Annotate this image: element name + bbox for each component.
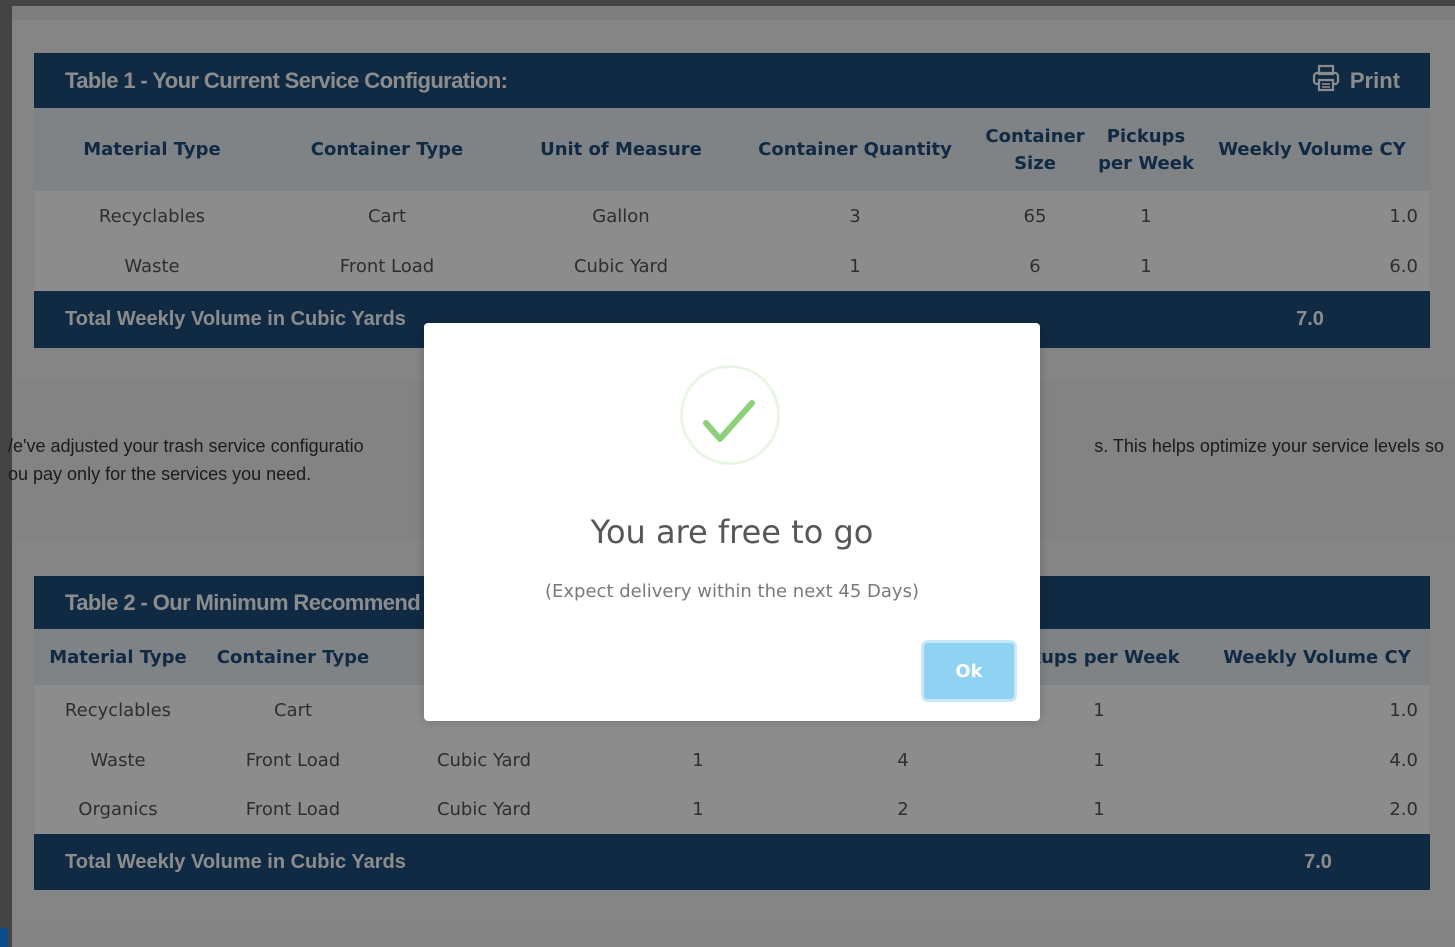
modal-title: You are free to go — [590, 513, 874, 551]
success-modal: You are free to go (Expect delivery with… — [424, 323, 1040, 721]
checkmark-icon — [680, 365, 780, 465]
ok-button[interactable]: Ok — [924, 643, 1014, 699]
modal-subtitle: (Expect delivery within the next 45 Days… — [545, 581, 919, 602]
